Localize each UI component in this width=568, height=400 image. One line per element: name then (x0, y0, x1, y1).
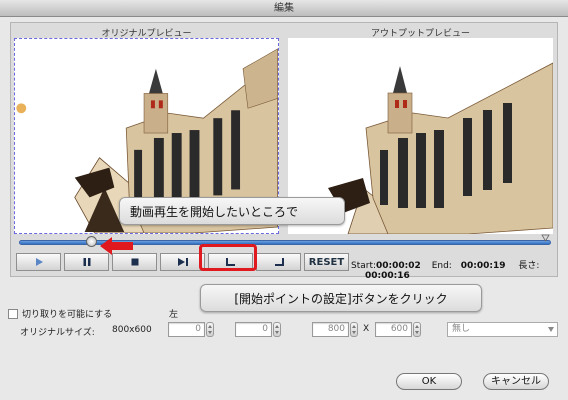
left-label: 左 (169, 310, 179, 320)
end-time: 00:00:19 (460, 261, 506, 271)
play-icon (35, 258, 43, 266)
highlight-box (199, 244, 257, 271)
reset-button[interactable]: RESET (304, 253, 349, 271)
crop-width-field[interactable]: 800 (312, 322, 349, 337)
original-size-value: 800x600 (112, 325, 152, 335)
set-end-point-button[interactable] (256, 253, 301, 271)
crop-top-stepper[interactable] (273, 322, 281, 337)
ok-button[interactable]: OK (396, 373, 462, 390)
end-marker-icon[interactable] (541, 234, 550, 243)
start-time: 00:00:02 (376, 261, 421, 271)
enable-crop-row[interactable]: 切り取りを可能にする (8, 307, 112, 320)
callout-button: [開始ポイントの設定]ボタンをクリック (200, 284, 482, 312)
enable-crop-label: 切り取りを可能にする (22, 310, 113, 320)
cancel-button[interactable]: キャンセル (483, 373, 549, 390)
length-time: 00:00:16 (365, 271, 410, 281)
crop-width-stepper[interactable] (350, 322, 358, 337)
seek-thumb[interactable] (86, 236, 97, 247)
length-label: 長さ: (518, 261, 540, 271)
chevron-down-icon (548, 327, 554, 332)
preview-area: オリジナルプレビュー アウトプットプレビュー RESET Start:00:00… (10, 22, 558, 281)
end-bracket-icon (274, 258, 284, 266)
crop-top-field[interactable]: 0 (235, 322, 272, 337)
play-button[interactable] (16, 253, 61, 271)
crop-left-stepper[interactable] (206, 322, 214, 337)
start-label: Start: (351, 261, 377, 271)
reset-label: RESET (308, 256, 345, 268)
stop-icon (131, 258, 138, 266)
seek-bar[interactable] (19, 240, 551, 245)
callout-seek: 動画再生を開始したいところで (119, 197, 345, 225)
crop-height-field[interactable]: 600 (375, 322, 412, 337)
pause-icon (83, 258, 90, 266)
end-label: End: (431, 261, 452, 271)
enable-crop-checkbox[interactable] (8, 308, 18, 319)
step-forward-icon (177, 258, 188, 266)
size-separator: X (363, 324, 370, 334)
aspect-select-value: 無し (452, 324, 471, 334)
left-arrow-icon (100, 237, 133, 255)
aspect-select[interactable]: 無し (447, 322, 558, 337)
crop-height-stepper[interactable] (413, 322, 421, 337)
time-info: Start:00:00:02 End: 00:00:19 長さ: 00:00:1… (351, 258, 557, 281)
window-title: 編集 (0, 0, 568, 17)
crop-left-field[interactable]: 0 (168, 322, 205, 337)
original-size-label: オリジナルサイズ: (20, 328, 95, 338)
